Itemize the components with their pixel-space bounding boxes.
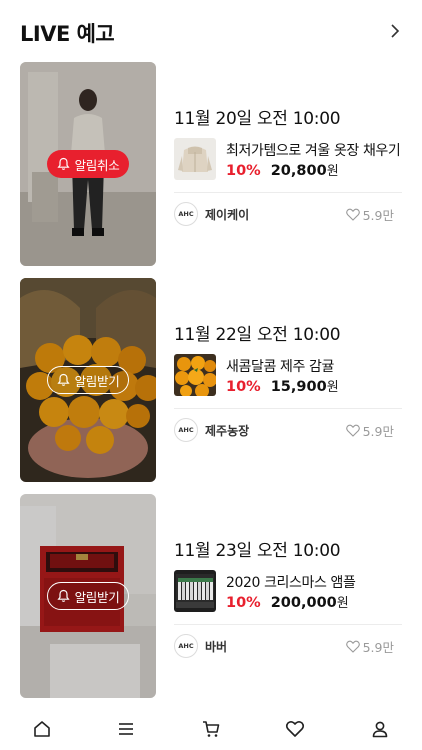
cart-icon [203,721,220,737]
nav-wishlist[interactable] [282,718,308,740]
nav-menu[interactable] [113,718,139,740]
brand-name[interactable]: 바버 [205,638,227,655]
brand-row[interactable]: AHC 제이케이 5.9만 [174,202,402,226]
live-thumbnail[interactable]: 알림받기 [20,278,156,482]
brand-logo[interactable]: AHC [174,202,198,226]
product-image[interactable] [174,354,216,396]
product-name: 새콤달콤 제주 감귤 [226,359,334,375]
bell-icon [57,589,70,602]
like-count: 5.9만 [362,640,394,655]
discount-rate: 10% [226,163,261,179]
price: 200,000 [270,595,337,611]
divider [174,624,402,625]
product-name: 최저가템으로 겨울 옷장 채우기 [226,143,401,159]
brand-row[interactable]: AHC 바버 5.9만 [174,634,402,658]
user-icon [372,721,388,738]
currency: 원 [326,380,339,395]
broadcast-datetime: 11월 20일 오전 10:00 [174,109,341,129]
currency: 원 [336,596,349,611]
live-card[interactable]: 알림받기 11월 23일 오전 10:00 2020 크리스마스 앰플 10% … [20,494,402,698]
price-row: 10% 20,800 원 [226,160,339,179]
nav-cart[interactable] [198,718,224,740]
price: 15,900 [270,379,327,395]
product-item[interactable]: 새콤달콤 제주 감귤 10% 15,900 원 [174,354,402,398]
notify-label: 알림취소 [74,157,120,173]
divider [174,192,402,193]
home-icon [34,721,50,737]
bell-icon [57,373,70,386]
live-info: 11월 23일 오전 10:00 2020 크리스마스 앰플 10% 200,0… [174,494,402,698]
menu-icon [119,723,133,735]
divider [174,408,402,409]
product-item[interactable]: 2020 크리스마스 앰플 10% 200,000 원 [174,570,402,614]
bell-icon [57,157,70,170]
currency: 원 [326,164,339,179]
live-card[interactable]: 알림취소 11월 20일 오전 10:00 최저가템으로 겨울 옷장 채우기 1… [20,62,402,266]
price: 20,800 [270,163,327,179]
header: LIVE 예고 [0,0,422,62]
nav-home[interactable] [29,718,55,740]
brand-row[interactable]: AHC 제주농장 5.9만 [174,418,402,442]
like-button[interactable]: 5.9만 [345,421,394,440]
notify-label: 알림받기 [74,373,120,389]
heart-icon [345,208,360,221]
broadcast-datetime: 11월 22일 오전 10:00 [174,325,341,345]
live-info: 11월 20일 오전 10:00 최저가템으로 겨울 옷장 채우기 10% 20… [174,62,402,266]
heart-icon [285,721,305,737]
discount-rate: 10% [226,379,261,395]
notify-subscribe-button[interactable]: 알림받기 [47,366,129,394]
heart-icon [345,424,360,437]
notify-label: 알림받기 [74,589,120,605]
page-title: LIVE 예고 [20,22,115,46]
like-button[interactable]: 5.9만 [345,637,394,656]
notify-cancel-button[interactable]: 알림취소 [47,150,129,178]
live-info: 11월 22일 오전 10:00 새콤달콤 제주 감귤 10% 15,900 원… [174,278,402,482]
live-thumbnail[interactable]: 알림취소 [20,62,156,266]
brand-logo[interactable]: AHC [174,634,198,658]
chevron-right-icon[interactable] [388,22,402,40]
like-button[interactable]: 5.9만 [345,205,394,224]
discount-rate: 10% [226,595,261,611]
nav-mypage[interactable] [367,718,393,740]
heart-icon [345,640,360,653]
product-image[interactable] [174,138,216,180]
product-item[interactable]: 최저가템으로 겨울 옷장 채우기 10% 20,800 원 [174,138,402,182]
bottom-nav [0,706,422,750]
brand-name[interactable]: 제이케이 [205,206,249,223]
notify-subscribe-button[interactable]: 알림받기 [47,582,129,610]
like-count: 5.9만 [362,208,394,223]
price-row: 10% 15,900 원 [226,376,339,395]
product-name: 2020 크리스마스 앰플 [226,575,356,591]
like-count: 5.9만 [362,424,394,439]
product-image[interactable] [174,570,216,612]
live-card[interactable]: 알림받기 11월 22일 오전 10:00 새콤달콤 제주 감귤 10% 15,… [20,278,402,482]
broadcast-datetime: 11월 23일 오전 10:00 [174,541,341,561]
price-row: 10% 200,000 원 [226,592,349,611]
live-thumbnail[interactable]: 알림받기 [20,494,156,698]
brand-logo[interactable]: AHC [174,418,198,442]
brand-name[interactable]: 제주농장 [205,422,249,439]
